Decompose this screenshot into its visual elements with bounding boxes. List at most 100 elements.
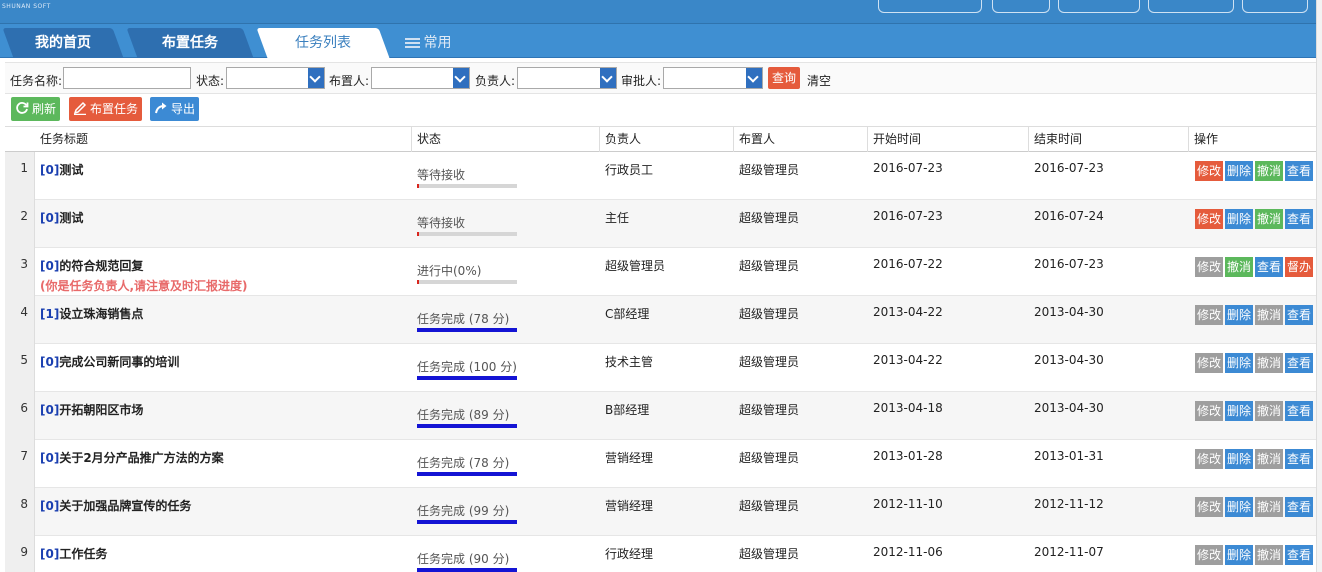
task-id[interactable]: [0]: [40, 403, 59, 417]
task-title-link[interactable]: 关于2月分产品推广方法的方案: [59, 451, 223, 465]
op-button[interactable]: 查看: [1285, 545, 1314, 565]
op-button[interactable]: 撤消: [1255, 449, 1284, 469]
task-title-link[interactable]: 开拓朝阳区市场: [59, 403, 143, 417]
assigner-select[interactable]: [371, 67, 470, 89]
table-row[interactable]: 5 [0]完成公司新同事的培训 任务完成 (100 分) 技术主管 超级管理员 2013-…: [5, 344, 1316, 392]
op-button[interactable]: 查看: [1285, 161, 1314, 181]
table-row[interactable]: 8 [0]关于加强品牌宣传的任务 任务完成 (99 分) 营销经理 超级管理员 2012-…: [5, 488, 1316, 536]
op-button[interactable]: 修改: [1195, 209, 1224, 229]
progress-fill: [417, 424, 517, 428]
table-row[interactable]: 7 [0]关于2月分产品推广方法的方案 任务完成 (78 分) 营销经理 超级管理员 20…: [5, 440, 1316, 488]
assign-task-button[interactable]: 布置任务: [69, 97, 143, 121]
col-assigner[interactable]: 布置人: [733, 127, 867, 152]
op-button[interactable]: 修改: [1195, 353, 1224, 373]
start-date-cell: 2013-04-18: [873, 401, 943, 415]
progress-bar: [417, 376, 517, 380]
op-button[interactable]: 修改: [1195, 401, 1224, 421]
owner-select[interactable]: [517, 67, 617, 89]
approver-select[interactable]: [663, 67, 763, 89]
op-button[interactable]: 查看: [1285, 353, 1314, 373]
op-button[interactable]: 撤消: [1255, 161, 1284, 181]
op-button[interactable]: 修改: [1195, 161, 1224, 181]
progress-bar: [417, 424, 517, 428]
op-button[interactable]: 撤消: [1255, 305, 1284, 325]
row-actions: 修改 删除 撤消 查看: [1195, 449, 1316, 471]
task-id[interactable]: [0]: [40, 547, 59, 561]
table-row[interactable]: 3 [0]的符合规范回复 (你是任务负责人,请注意及时汇报进度) 进行中(0%) 超级管…: [5, 248, 1316, 296]
task-title-link[interactable]: 测试: [59, 211, 83, 225]
col-start[interactable]: 开始时间: [867, 127, 1028, 152]
row-actions: 修改 删除 撤消 查看: [1195, 401, 1316, 423]
op-button[interactable]: 删除: [1225, 401, 1254, 421]
op-button[interactable]: 删除: [1225, 497, 1254, 517]
task-id[interactable]: [1]: [40, 307, 59, 321]
top-button-2[interactable]: [992, 0, 1050, 13]
op-button[interactable]: 修改: [1195, 305, 1224, 325]
col-owner[interactable]: 负责人: [599, 127, 733, 152]
op-button[interactable]: 修改: [1195, 257, 1224, 277]
top-button-5[interactable]: [1242, 0, 1308, 13]
assigner-cell: 超级管理员: [739, 547, 800, 561]
op-button[interactable]: 查看: [1255, 257, 1284, 277]
task-title-link[interactable]: 完成公司新同事的培训: [59, 355, 179, 369]
task-id[interactable]: [0]: [40, 163, 59, 177]
task-title-link[interactable]: 关于加强品牌宣传的任务: [59, 499, 191, 513]
chevron-down-icon: [600, 68, 616, 88]
tab-bar: 我的首页 布置任务 任务列表 常用: [0, 24, 1316, 58]
tab-assign-task[interactable]: 布置任务: [126, 28, 254, 58]
status-select[interactable]: [226, 67, 325, 89]
top-button-4[interactable]: [1148, 0, 1234, 13]
task-title-link[interactable]: 工作任务: [59, 547, 107, 561]
op-button[interactable]: 修改: [1195, 545, 1224, 565]
progress-fill: [417, 568, 517, 572]
table-row[interactable]: 2 [0]测试 等待接收 主任 超级管理员 2016-07-23 2016-07-24 修改删…: [5, 200, 1316, 248]
op-button[interactable]: 撤消: [1255, 401, 1284, 421]
task-title-link[interactable]: 测试: [59, 163, 83, 177]
op-button[interactable]: 查看: [1285, 305, 1314, 325]
task-name-input[interactable]: [63, 67, 191, 89]
table-row[interactable]: 6 [0]开拓朝阳区市场 任务完成 (89 分) B部经理 超级管理员 2013-04-1…: [5, 392, 1316, 440]
scrollbar[interactable]: [1316, 0, 1322, 572]
op-button[interactable]: 删除: [1225, 161, 1254, 181]
op-button[interactable]: 删除: [1225, 449, 1254, 469]
op-button[interactable]: 删除: [1225, 305, 1254, 325]
table-row[interactable]: 4 [1]设立珠海销售点 任务完成 (78 分) C部经理 超级管理员 2013-04-2…: [5, 296, 1316, 344]
task-id[interactable]: [0]: [40, 355, 59, 369]
col-end[interactable]: 结束时间: [1028, 127, 1188, 152]
op-button[interactable]: 撤消: [1255, 209, 1284, 229]
refresh-button[interactable]: 刷新: [11, 97, 61, 121]
op-button[interactable]: 督办: [1285, 257, 1314, 277]
op-button[interactable]: 查看: [1285, 497, 1314, 517]
query-button[interactable]: 查询: [768, 67, 801, 89]
op-button[interactable]: 查看: [1285, 209, 1314, 229]
op-button[interactable]: 查看: [1285, 401, 1314, 421]
top-button-3[interactable]: [1058, 0, 1140, 13]
task-id[interactable]: [0]: [40, 499, 59, 513]
tab-task-list[interactable]: 任务列表: [256, 28, 390, 58]
op-button[interactable]: 删除: [1225, 353, 1254, 373]
end-date-cell: 2012-11-07: [1034, 545, 1104, 559]
op-button[interactable]: 修改: [1195, 497, 1224, 517]
op-button[interactable]: 撤消: [1255, 497, 1284, 517]
col-title[interactable]: 任务标题: [35, 127, 411, 152]
op-button[interactable]: 撤消: [1255, 545, 1284, 565]
op-button[interactable]: 删除: [1225, 209, 1254, 229]
export-button[interactable]: 导出: [150, 97, 200, 121]
op-button[interactable]: 修改: [1195, 449, 1224, 469]
task-id[interactable]: [0]: [40, 451, 59, 465]
op-button[interactable]: 删除: [1225, 545, 1254, 565]
task-id[interactable]: [0]: [40, 259, 59, 273]
table-row[interactable]: 1 [0]测试 等待接收 行政员工 超级管理员 2016-07-23 2016-07-23 修…: [5, 152, 1316, 200]
task-id[interactable]: [0]: [40, 211, 59, 225]
col-status[interactable]: 状态: [411, 127, 599, 152]
clear-link[interactable]: 清空: [807, 72, 831, 89]
tab-common-menu[interactable]: 常用: [398, 28, 458, 58]
table-row[interactable]: 9 [0]工作任务 任务完成 (90 分) 行政经理 超级管理员 2012-11-06 20…: [5, 536, 1316, 572]
top-button-1[interactable]: [878, 0, 982, 13]
op-button[interactable]: 查看: [1285, 449, 1314, 469]
task-title-link[interactable]: 设立珠海销售点: [59, 307, 143, 321]
task-title-link[interactable]: 的符合规范回复: [59, 259, 143, 273]
op-button[interactable]: 撤消: [1225, 257, 1254, 277]
tab-home[interactable]: 我的首页: [2, 28, 124, 58]
op-button[interactable]: 撤消: [1255, 353, 1284, 373]
